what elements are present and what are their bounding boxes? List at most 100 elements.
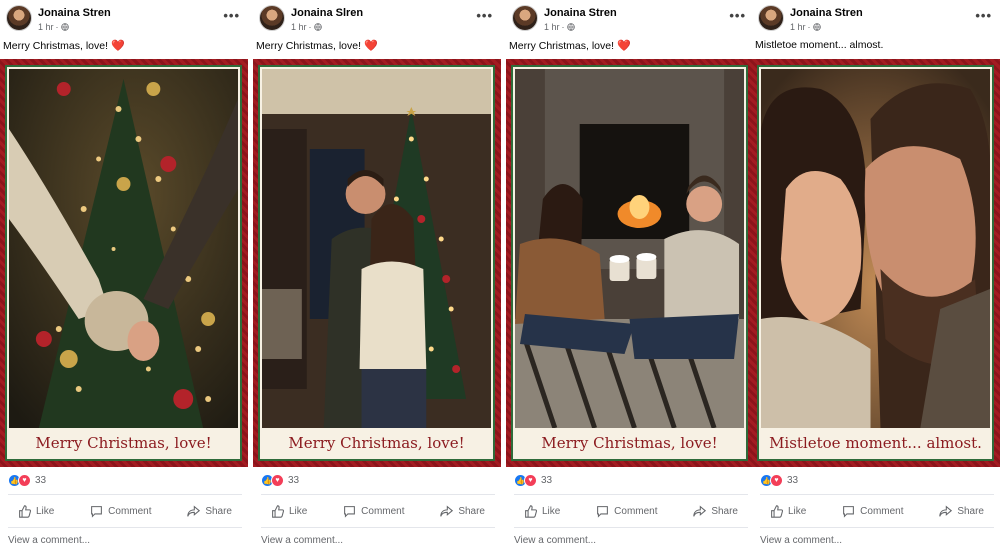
like-button[interactable]: Like xyxy=(514,501,570,521)
love-reaction-icon: ♥ xyxy=(271,474,284,487)
author-name[interactable]: Jonaina Stren xyxy=(790,7,863,19)
post-image[interactable]: Mistletoe moment... almost. xyxy=(752,59,1000,467)
post-header: Jonaina Stren 1 hr · ••• xyxy=(758,5,996,35)
meta-separator: · xyxy=(561,22,565,32)
avatar[interactable] xyxy=(6,5,32,31)
share-button[interactable]: Share xyxy=(929,501,994,521)
post-image[interactable]: Merry Christmas, love! xyxy=(0,59,248,467)
post-card: Jonaina Stren 1 hr · ••• Merry Christmas… xyxy=(0,0,250,559)
post-caption: Merry Christmas, love! ❤️ xyxy=(3,39,125,52)
reaction-summary[interactable]: 👍 ♥ 33 xyxy=(514,474,552,487)
thumbs-up-icon xyxy=(272,504,284,518)
heart-emoji-icon: ❤️ xyxy=(363,40,378,52)
share-button[interactable]: Share xyxy=(683,501,748,521)
comment-button[interactable]: Comment xyxy=(80,501,161,521)
divider xyxy=(760,527,994,528)
author-name[interactable]: Jonaina Stren xyxy=(38,7,111,19)
view-comment-link[interactable]: View a comment... xyxy=(261,535,343,546)
card-frame: Merry Christmas, love! xyxy=(5,65,242,461)
like-button[interactable]: Like xyxy=(760,501,816,521)
comment-button[interactable]: Comment xyxy=(832,501,913,521)
reaction-summary[interactable]: 👍 ♥ 33 xyxy=(261,474,299,487)
comment-bubble-icon xyxy=(843,505,855,518)
like-label: Like xyxy=(36,505,55,517)
post-caption: Merry Christmas, love! ❤️ xyxy=(256,39,378,52)
photo-couple-by-tree xyxy=(262,69,491,428)
post-time[interactable]: 1 hr xyxy=(790,22,806,32)
caption-text: Mistletoe moment... almost. xyxy=(755,39,884,51)
globe-icon xyxy=(812,23,821,31)
post-time[interactable]: 1 hr xyxy=(38,22,54,32)
avatar[interactable] xyxy=(512,5,538,31)
comment-bubble-icon xyxy=(344,505,356,518)
author-name[interactable]: Jonaina Stren xyxy=(544,7,617,19)
post-caption: Mistletoe moment... almost. xyxy=(755,39,883,51)
view-comment-link[interactable]: View a comment... xyxy=(760,535,842,546)
share-arrow-icon xyxy=(939,504,953,517)
feed: Jonaina Stren 1 hr · ••• Merry Christmas… xyxy=(0,0,1000,559)
globe-icon xyxy=(566,23,575,31)
post-image[interactable]: Merry Christmas, love! xyxy=(253,59,501,467)
post-time[interactable]: 1 hr xyxy=(544,22,560,32)
caption-text: Merry Christmas, love! xyxy=(509,40,615,52)
avatar[interactable] xyxy=(758,5,784,31)
photo-illustration xyxy=(515,69,744,428)
card-frame: Merry Christmas, love! xyxy=(511,65,748,461)
post-header: Jonaina Stren 1 hr · ••• xyxy=(512,5,750,35)
like-button[interactable]: Like xyxy=(8,501,64,521)
comment-label: Comment xyxy=(108,505,152,517)
more-options-icon[interactable]: ••• xyxy=(476,8,493,23)
photo-illustration xyxy=(262,69,491,428)
card-caption: Merry Christmas, love! xyxy=(541,434,718,452)
share-arrow-icon xyxy=(187,504,201,517)
like-label: Like xyxy=(289,505,308,517)
like-button[interactable]: Like xyxy=(261,501,317,521)
divider xyxy=(760,494,994,495)
reaction-count: 33 xyxy=(35,475,47,486)
post-meta: 1 hr · xyxy=(790,22,821,32)
comment-label: Comment xyxy=(614,505,658,517)
view-comment-link[interactable]: View a comment... xyxy=(8,535,90,546)
share-label: Share xyxy=(458,505,485,517)
post-meta: 1 hr · xyxy=(291,22,322,32)
post-header: Jonaina Stren 1 hr · ••• xyxy=(6,5,244,35)
reaction-summary[interactable]: 👍 ♥ 33 xyxy=(8,474,46,487)
heart-emoji-icon: ❤️ xyxy=(110,40,125,52)
more-options-icon[interactable]: ••• xyxy=(975,8,992,23)
comment-button[interactable]: Comment xyxy=(586,501,667,521)
card-caption: Mistletoe moment... almost. xyxy=(769,434,982,452)
photo-illustration xyxy=(761,69,990,428)
card-frame: Mistletoe moment... almost. xyxy=(757,65,994,461)
post-actions: Like Comment Share xyxy=(8,501,242,521)
comment-bubble-icon xyxy=(91,505,103,518)
reaction-summary[interactable]: 👍 ♥ 33 xyxy=(760,474,798,487)
divider xyxy=(8,494,242,495)
reaction-count: 33 xyxy=(787,475,799,486)
caption-text: Merry Christmas, love! xyxy=(3,40,109,52)
more-options-icon[interactable]: ••• xyxy=(223,8,240,23)
card-frame: Merry Christmas, love! xyxy=(258,65,495,461)
share-arrow-icon xyxy=(440,504,454,517)
share-button[interactable]: Share xyxy=(177,501,242,521)
avatar[interactable] xyxy=(259,5,285,31)
view-comment-link[interactable]: View a comment... xyxy=(514,535,596,546)
divider xyxy=(514,527,748,528)
post-actions: Like Comment Share xyxy=(514,501,748,521)
post-card: Jonaina Stren 1 hr · ••• Merry Christmas… xyxy=(506,0,756,559)
meta-separator: · xyxy=(55,22,59,32)
photo-holding-hands xyxy=(9,69,238,428)
meta-separator: · xyxy=(308,22,312,32)
thumbs-up-icon xyxy=(19,504,31,518)
post-time[interactable]: 1 hr xyxy=(291,22,307,32)
comment-button[interactable]: Comment xyxy=(333,501,414,521)
card-caption: Merry Christmas, love! xyxy=(288,434,465,452)
globe-icon xyxy=(60,23,69,31)
more-options-icon[interactable]: ••• xyxy=(729,8,746,23)
author-name[interactable]: Jonaina Slren xyxy=(291,7,363,19)
post-image[interactable]: Merry Christmas, love! xyxy=(506,59,754,467)
share-label: Share xyxy=(711,505,738,517)
photo-illustration xyxy=(9,69,238,428)
divider xyxy=(261,494,495,495)
card-caption: Merry Christmas, love! xyxy=(35,434,212,452)
share-button[interactable]: Share xyxy=(430,501,495,521)
